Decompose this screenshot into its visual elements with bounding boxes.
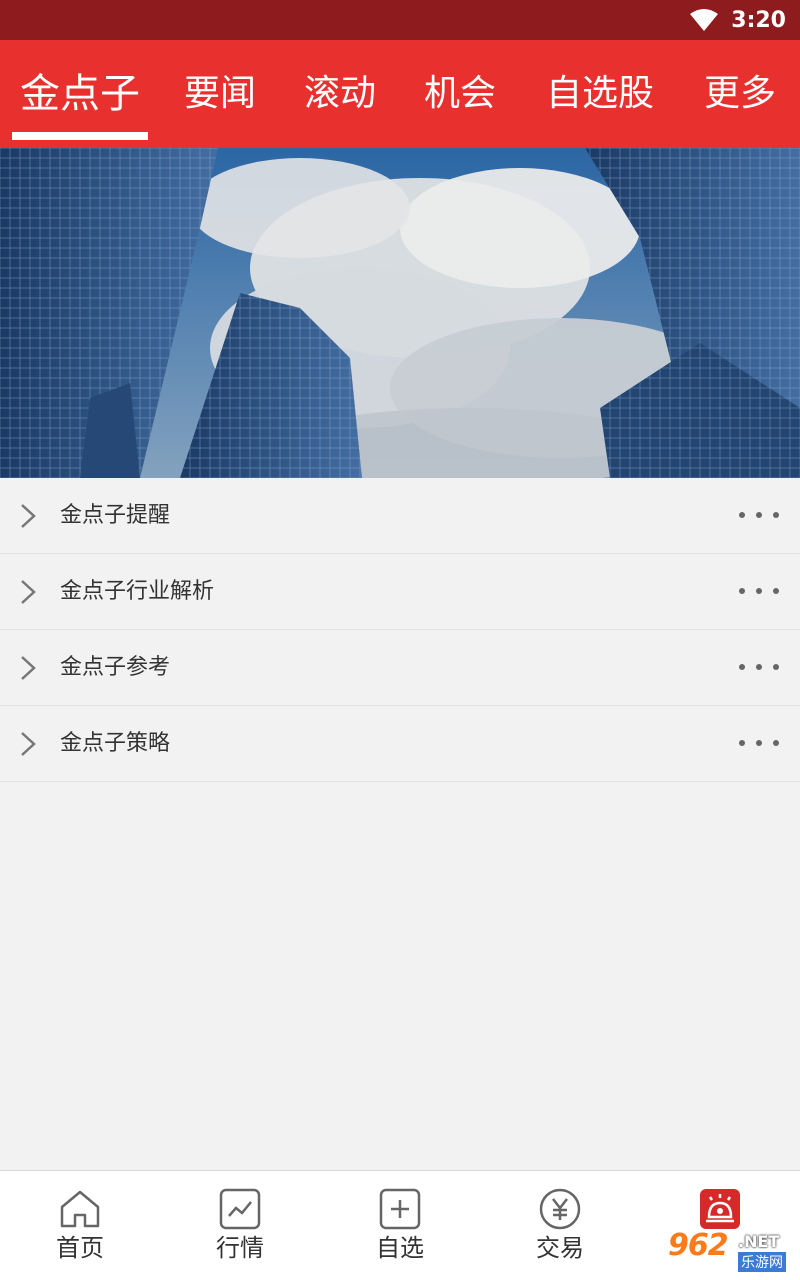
home-icon [60, 1190, 100, 1228]
nav-label: 交易 [536, 1234, 584, 1262]
more-icon[interactable] [738, 586, 780, 596]
nav-market[interactable]: 行情 [160, 1171, 320, 1280]
tab-rolling[interactable]: 滚动 [290, 40, 390, 148]
nav-label: 首页 [56, 1234, 104, 1262]
list-item[interactable]: 金点子策略 [0, 706, 800, 782]
watermark-number: 962 [668, 1228, 729, 1263]
nav-trade[interactable]: 交易 [480, 1171, 640, 1280]
banner-image[interactable] [0, 148, 800, 478]
chevron-right-icon [21, 732, 36, 756]
list-item-label: 金点子行业解析 [60, 579, 215, 604]
nav-label: 行情 [216, 1234, 264, 1262]
tab-watchlist[interactable]: 自选股 [530, 40, 670, 148]
top-tab-bar: 金点子 要闻 滚动 机会 自选股 更多 [0, 40, 800, 148]
chart-icon [219, 1188, 261, 1230]
chevron-right-icon [21, 580, 36, 604]
active-tab-indicator [12, 132, 148, 140]
yuan-icon [539, 1188, 581, 1230]
list-item[interactable]: 金点子行业解析 [0, 554, 800, 630]
chevron-right-icon [21, 656, 36, 680]
alarm-icon [700, 1189, 740, 1229]
list-item-label: 金点子提醒 [60, 503, 171, 528]
watermark-net: .NET [738, 1232, 780, 1251]
list-item[interactable]: 金点子参考 [0, 630, 800, 706]
nav-label: 自选 [376, 1234, 424, 1262]
watermark-site-name: 乐游网 [738, 1252, 786, 1272]
status-icons: 3:20 [689, 0, 786, 40]
list-item-label: 金点子策略 [60, 731, 171, 756]
status-time: 3:20 [731, 7, 786, 33]
list-item-label: 金点子参考 [60, 655, 171, 680]
site-watermark: 962 .NET 乐游网 [664, 1228, 796, 1276]
chevron-right-icon [21, 504, 36, 528]
tab-more[interactable]: 更多 [690, 40, 790, 148]
add-icon [379, 1188, 421, 1230]
skyscraper-illustration [0, 148, 800, 478]
category-list: 金点子提醒 金点子行业解析 金点子参考 金点子策略 [0, 478, 800, 782]
tab-opportunity[interactable]: 机会 [410, 40, 510, 148]
nav-home[interactable]: 首页 [0, 1171, 160, 1280]
more-icon[interactable] [738, 662, 780, 672]
wifi-icon [690, 9, 719, 31]
nav-watchlist[interactable]: 自选 [320, 1171, 480, 1280]
list-item[interactable]: 金点子提醒 [0, 478, 800, 554]
more-icon[interactable] [738, 510, 780, 520]
status-bar: 3:20 [0, 0, 800, 40]
tab-news[interactable]: 要闻 [170, 40, 270, 148]
more-icon[interactable] [738, 738, 780, 748]
